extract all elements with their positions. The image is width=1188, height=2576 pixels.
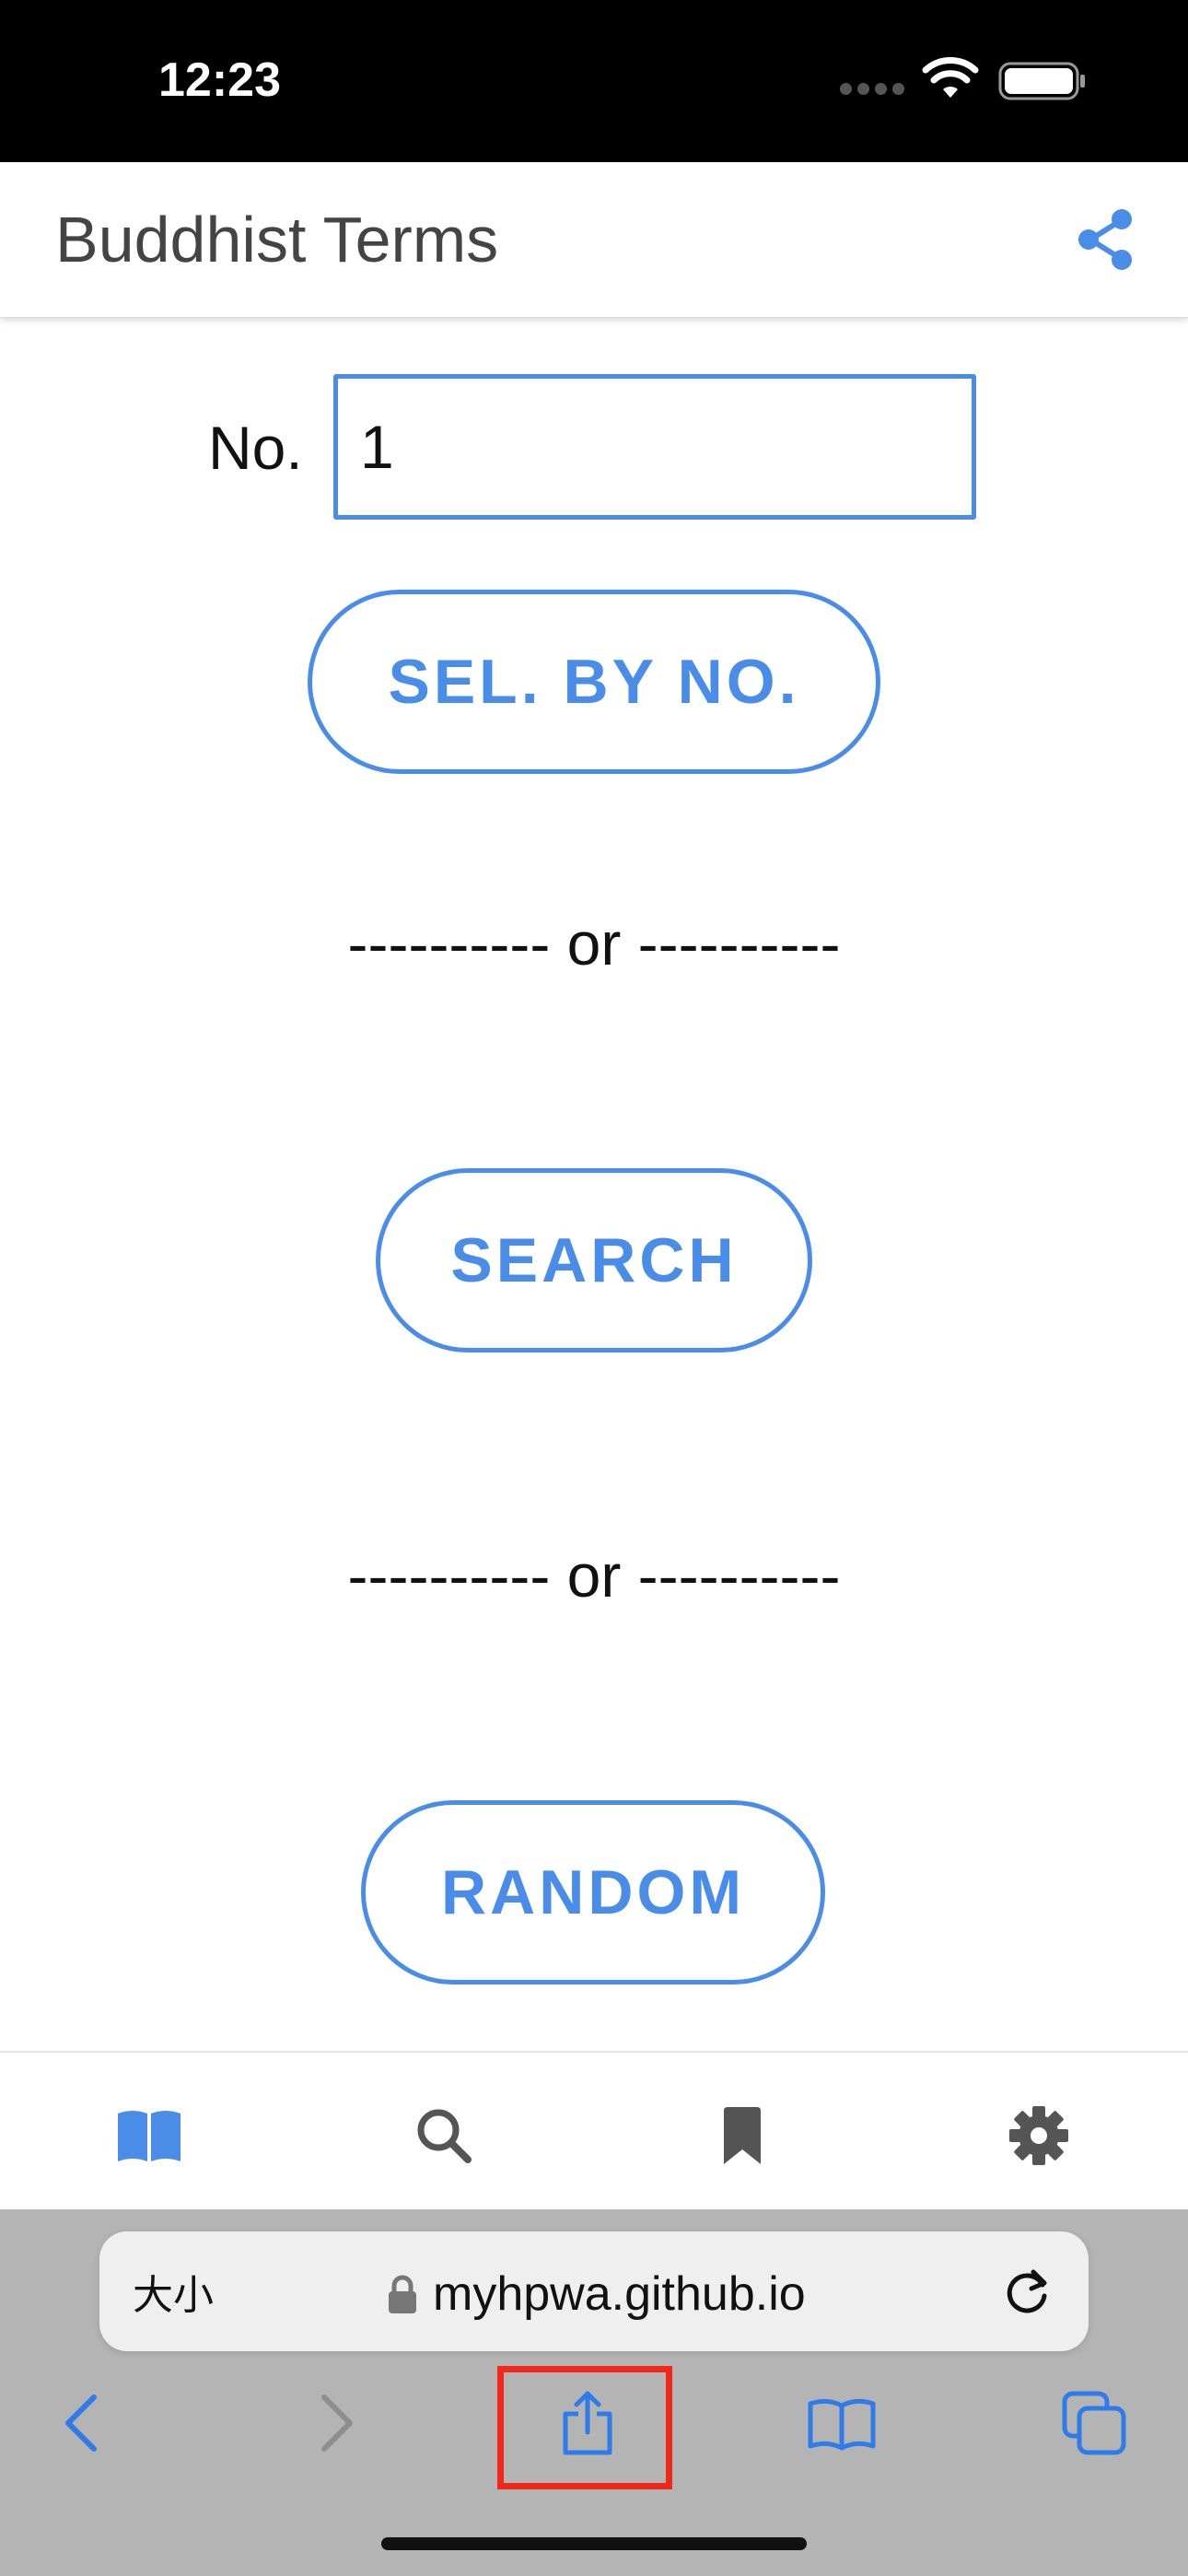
- home-indicator: [381, 2537, 807, 2550]
- wifi-icon: [921, 55, 980, 100]
- gear-icon: [1007, 2104, 1070, 2172]
- random-button[interactable]: RANDOM: [361, 1800, 825, 1985]
- status-time: 12:23: [158, 53, 281, 107]
- back-icon[interactable]: [52, 2390, 111, 2456]
- nav-book-tab[interactable]: [112, 2101, 186, 2174]
- bookmarks-icon[interactable]: [803, 2392, 880, 2456]
- nav-bookmark-tab[interactable]: [705, 2101, 779, 2174]
- forward-icon: [308, 2390, 367, 2456]
- highlight-box: [497, 2366, 672, 2489]
- or-divider: ---------- or ----------: [347, 909, 841, 978]
- battery-icon: [998, 61, 1087, 101]
- search-button[interactable]: SEARCH: [376, 1168, 812, 1352]
- reload-icon[interactable]: [1000, 2265, 1054, 2318]
- text-size-button[interactable]: 大小: [133, 2268, 214, 2322]
- page-title: Buddhist Terms: [55, 204, 499, 275]
- text-size-label: 大小: [133, 2272, 214, 2319]
- url-text[interactable]: myhpwa.github.io: [433, 2265, 806, 2324]
- lock-icon: [387, 2274, 418, 2314]
- signal-icon: [840, 83, 906, 96]
- nav-search-tab[interactable]: [407, 2101, 481, 2174]
- or-divider: ---------- or ----------: [347, 1541, 841, 1610]
- select-by-number-button[interactable]: SEL. BY NO.: [308, 590, 880, 774]
- share-icon[interactable]: [1072, 206, 1138, 273]
- bookmark-icon: [720, 2105, 764, 2171]
- number-input[interactable]: [333, 374, 976, 520]
- search-icon: [414, 2106, 473, 2170]
- book-open-icon: [116, 2108, 182, 2168]
- nav-settings-tab[interactable]: [1002, 2101, 1076, 2174]
- tabs-icon[interactable]: [1059, 2388, 1129, 2458]
- number-label: No.: [208, 414, 303, 482]
